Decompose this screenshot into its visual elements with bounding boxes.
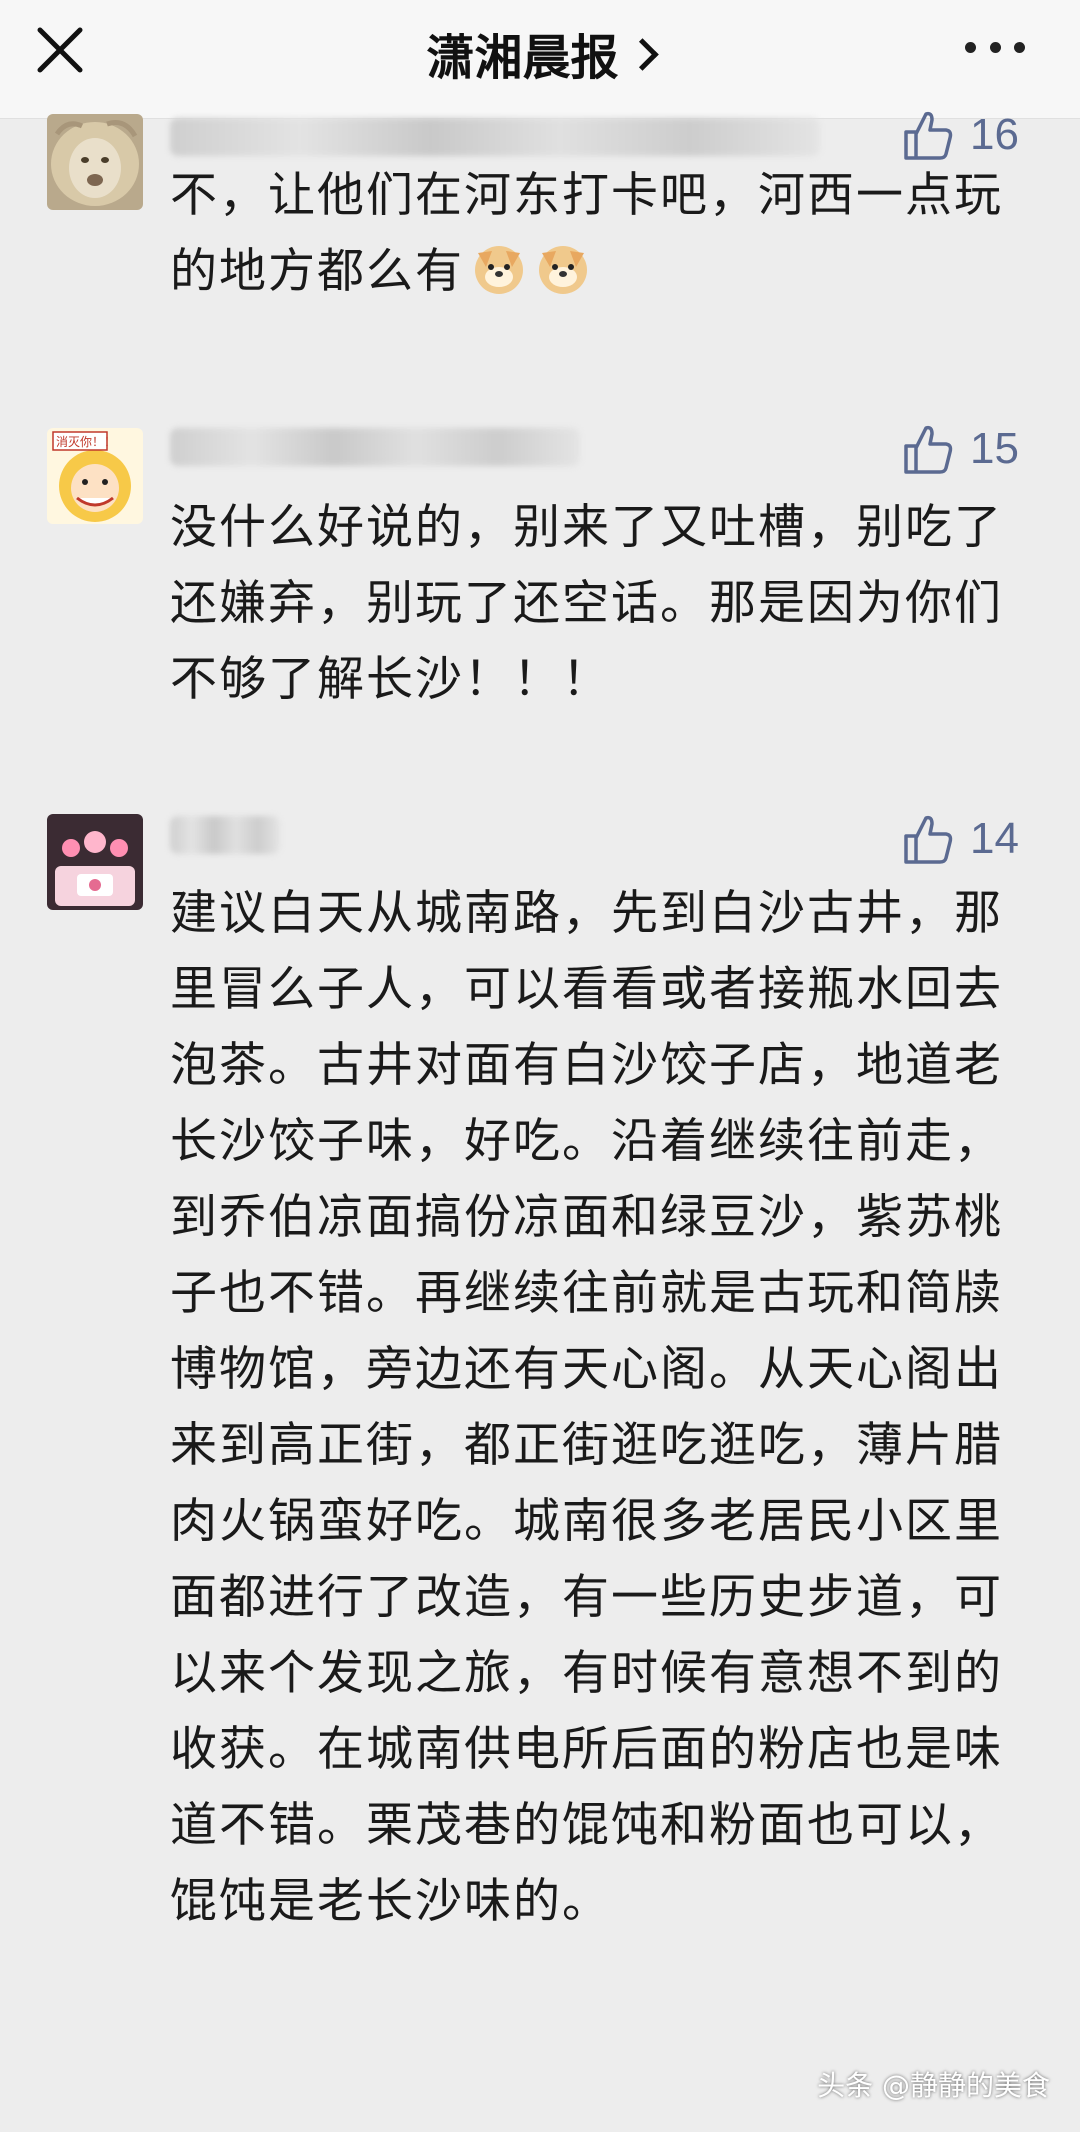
more-icon [965,42,976,53]
account-title-link[interactable]: 潇湘晨报 [0,18,1080,88]
comment-text: 没什么好说的，别来了又吐槽，别吃了还嫌弃，别玩了还空话。那是因为你们不够了解长沙… [170,500,1003,707]
thumbs-up-icon [904,815,953,864]
like-count: 14 [970,814,1019,863]
top-bar: 潇湘晨报 [0,0,1080,119]
avatar[interactable]: 消灭你！！ [47,428,143,524]
avatar[interactable] [47,814,143,910]
comment-text: 不，让他们在河东打卡吧，河西一点玩的地方都么有 [170,168,1003,299]
page-title: 潇湘晨报 [426,30,619,86]
thumbs-up-icon [904,425,953,474]
like-button[interactable]: 14 [900,812,1080,872]
comment-item: 14 建议白天从城南路，先到白沙古井，那里冒么子人，可以看看或者接瓶水回去泡茶。… [0,808,1080,2058]
cake-avatar-image [47,814,143,910]
doge-emoji-icon [475,246,523,294]
doge-emoji-icon [539,246,587,294]
comment-text: 建议白天从城南路，先到白沙古井，那里冒么子人，可以看看或者接瓶水回去泡茶。古井对… [170,886,1003,1929]
blurred-nickname [170,428,580,466]
avatar-label: 消灭你！！ [56,435,116,449]
thumbs-up-icon [904,111,953,160]
comment-screen: 潇湘晨报 16 不，让他们在河东打卡吧，河西一点玩的地方都么有 消灭你！！ 15… [0,0,1080,2132]
like-count: 16 [970,110,1019,159]
comment-item: 消灭你！！ 15 没什么好说的，别来了又吐槽，别吃了还嫌弃，别玩了还空话。那是因… [0,422,1080,722]
comment-item: 16 不，让他们在河东打卡吧，河西一点玩的地方都么有 [0,110,1080,358]
watermark: 头条 @静静的美食 [817,2069,1050,2102]
cartoon-girl-avatar-image: 消灭你！！ [47,428,143,524]
lion-avatar-image [47,114,143,210]
more-button[interactable] [965,42,1025,58]
chevron-right-icon [625,38,659,71]
avatar[interactable] [47,114,143,210]
blurred-nickname [170,118,820,156]
like-count: 15 [970,424,1019,473]
blurred-nickname [170,816,280,854]
like-button[interactable]: 15 [900,422,1080,482]
